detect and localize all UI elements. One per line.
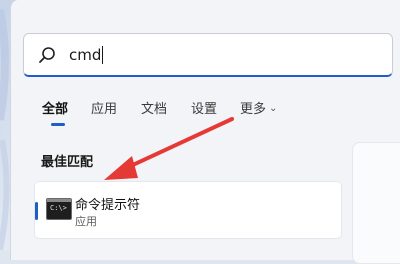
tab-more[interactable]: 更多 ⌄ (240, 98, 277, 117)
icon-prompt-glyph: C:\> (50, 204, 67, 212)
tab-label: 设置 (191, 102, 218, 117)
search-query-text: cmd (69, 46, 102, 64)
search-box[interactable]: cmd (23, 33, 393, 77)
tab-documents[interactable]: 文档 (141, 98, 167, 117)
result-details-pane (352, 142, 400, 264)
cmd-prompt-icon: C:\> (46, 198, 72, 220)
tab-label: 应用 (91, 102, 118, 117)
result-subtitle: 应用 (75, 215, 97, 228)
search-icon (39, 47, 55, 63)
tab-label: 全部 (42, 102, 69, 117)
tab-label: 更多 (240, 102, 267, 117)
icon-title-bar (47, 199, 71, 202)
search-input[interactable]: cmd (69, 45, 104, 65)
tab-settings[interactable]: 设置 (191, 98, 217, 117)
tab-apps[interactable]: 应用 (91, 98, 117, 117)
result-title: 命令提示符 (75, 198, 141, 213)
selection-indicator (35, 202, 38, 220)
best-match-result[interactable]: C:\> 命令提示符 应用 (34, 181, 342, 239)
tab-label: 文档 (141, 102, 168, 117)
tab-all[interactable]: 全部 (42, 98, 68, 117)
text-caret (102, 46, 104, 64)
best-match-heading: 最佳匹配 (41, 155, 94, 170)
chevron-down-icon: ⌄ (269, 103, 278, 114)
active-tab-indicator (51, 123, 65, 126)
